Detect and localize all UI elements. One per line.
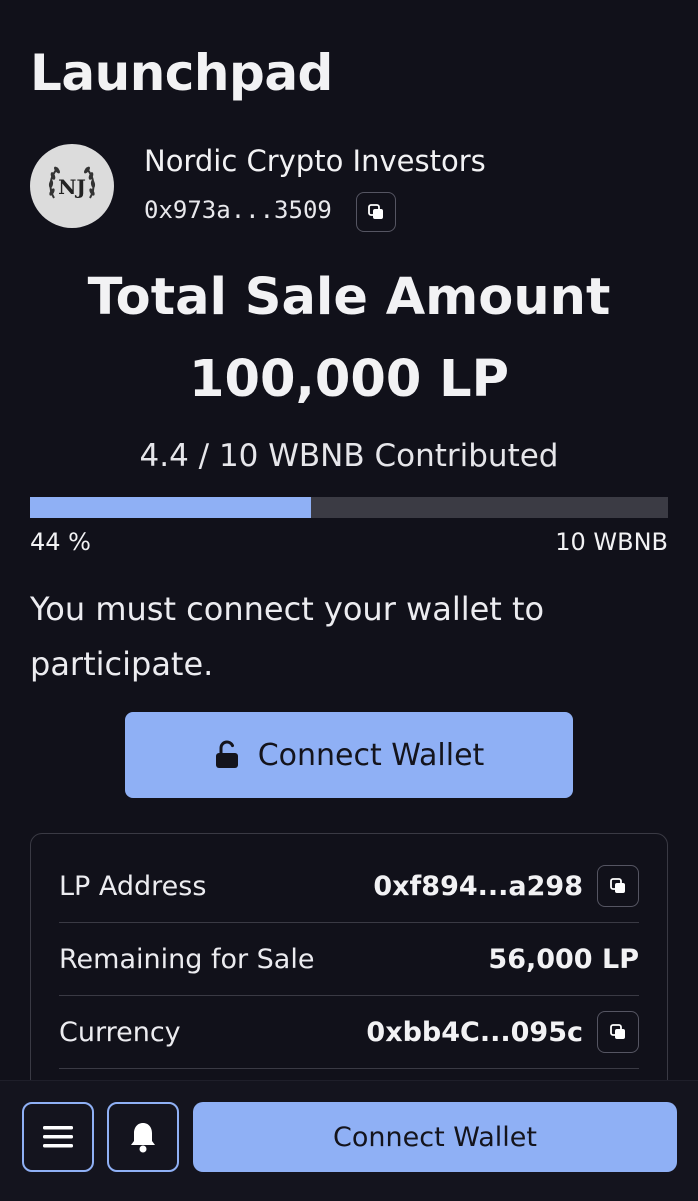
detail-value: 0xbb4C...095c bbox=[366, 1016, 583, 1048]
laurel-logo-icon: NJ bbox=[48, 166, 96, 199]
connect-wallet-message: You must connect your wallet to particip… bbox=[30, 590, 545, 683]
page-title: Launchpad bbox=[30, 44, 333, 102]
copy-icon bbox=[610, 878, 625, 893]
bell-icon bbox=[131, 1123, 155, 1153]
detail-label: Currency bbox=[59, 1016, 181, 1048]
detail-value: 0xf894...a298 bbox=[373, 870, 583, 902]
copy-icon bbox=[368, 204, 383, 219]
detail-row-currency: Currency 0xbb4C...095c bbox=[59, 996, 639, 1069]
sale-title: Total Sale Amount bbox=[87, 268, 611, 327]
sale-amount: 100,000 LP bbox=[189, 350, 509, 409]
progress-bar bbox=[30, 497, 668, 518]
detail-value: 56,000 LP bbox=[488, 943, 639, 975]
notifications-button[interactable] bbox=[107, 1102, 179, 1172]
copy-icon bbox=[610, 1024, 625, 1039]
detail-row-lp-address: LP Address 0xf894...a298 bbox=[59, 850, 639, 923]
detail-label: LP Address bbox=[59, 870, 207, 902]
unlock-icon bbox=[215, 740, 238, 768]
menu-button[interactable] bbox=[22, 1102, 94, 1172]
logo-lettering: NJ bbox=[58, 175, 86, 199]
home-indicator bbox=[0, 1190, 698, 1200]
detail-row-remaining: Remaining for Sale 56,000 LP bbox=[59, 923, 639, 996]
contributed-text: 4.4 / 10 WBNB Contributed bbox=[139, 438, 559, 474]
project-avatar: NJ bbox=[30, 144, 114, 228]
detail-label: Remaining for Sale bbox=[59, 943, 315, 975]
progress-max-label: 10 WBNB bbox=[555, 528, 668, 556]
progress-fill bbox=[30, 497, 311, 518]
bottom-connect-wallet-button[interactable]: Connect Wallet bbox=[193, 1102, 677, 1172]
connect-wallet-label: Connect Wallet bbox=[257, 737, 485, 773]
copy-lp-address-button[interactable] bbox=[597, 865, 639, 907]
copy-currency-button[interactable] bbox=[597, 1011, 639, 1053]
connect-wallet-button[interactable]: Connect Wallet bbox=[125, 712, 573, 798]
bottom-connect-wallet-label: Connect Wallet bbox=[333, 1121, 537, 1153]
project-address: 0x973a...3509 bbox=[144, 196, 332, 224]
progress-percent-label: 44 % bbox=[30, 528, 91, 556]
project-name: Nordic Crypto Investors bbox=[144, 144, 486, 178]
copy-project-address-button[interactable] bbox=[356, 192, 396, 232]
hamburger-menu-icon bbox=[43, 1126, 73, 1148]
